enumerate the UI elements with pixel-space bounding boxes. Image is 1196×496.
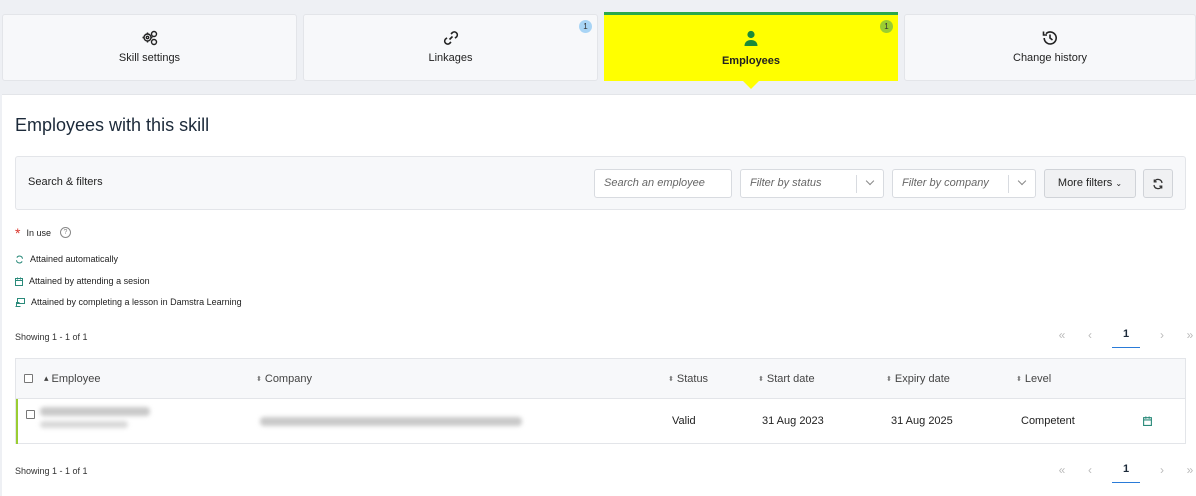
refresh-button[interactable] (1143, 169, 1173, 198)
chevron-down-icon: ⌄ (1115, 179, 1123, 188)
expiry-date-cell: 31 Aug 2025 (891, 415, 953, 427)
first-page-button[interactable]: « (1048, 461, 1076, 483)
company-filter-placeholder: Filter by company (902, 177, 989, 189)
last-page-button[interactable]: » (1176, 461, 1196, 483)
row-checkbox[interactable] (26, 410, 35, 419)
tab-label: Employees (721, 55, 781, 67)
legend-label: Attained by attending a sesion (29, 276, 150, 286)
first-page-button[interactable]: « (1048, 326, 1076, 348)
page-1-button[interactable]: 1 (1112, 461, 1140, 483)
tab-linkages[interactable]: 1 Linkages (303, 14, 598, 81)
chevron-down-icon (1008, 175, 1035, 193)
col-start-date[interactable]: Start date (758, 373, 815, 385)
table-header: Employee Company Status Start date Expir… (16, 359, 1185, 399)
employees-table: Employee Company Status Start date Expir… (15, 358, 1186, 444)
prev-page-button[interactable]: ‹ (1076, 326, 1104, 348)
asterisk-icon: * (15, 224, 21, 241)
legend-in-use: * In use ? (15, 224, 71, 241)
legend-label: Attained by completing a lesson in Damst… (31, 297, 242, 307)
legend-label: Attained automatically (30, 254, 119, 264)
next-page-button[interactable]: › (1148, 326, 1176, 348)
next-page-button[interactable]: › (1148, 461, 1176, 483)
more-filters-label: More filters (1057, 177, 1113, 189)
level-cell: Competent (1021, 415, 1075, 427)
gears-icon (142, 30, 157, 46)
calendar-icon (15, 277, 23, 286)
prev-page-button[interactable]: ‹ (1076, 461, 1104, 483)
tab-label: Linkages (428, 52, 473, 64)
showing-count: Showing 1 - 1 of 1 (15, 466, 88, 476)
start-date-cell: 31 Aug 2023 (762, 415, 824, 427)
lesson-icon (15, 297, 25, 307)
last-page-button[interactable]: » (1176, 326, 1196, 348)
col-level[interactable]: Level (1016, 373, 1051, 385)
redacted-employee-id (40, 421, 128, 428)
col-employee[interactable]: Employee (44, 373, 101, 385)
count-badge: 1 (579, 20, 592, 33)
status-filter-select[interactable]: Filter by status (740, 169, 884, 198)
search-filters-bar: Search & filters Search an employee Filt… (15, 156, 1186, 210)
refresh-icon (15, 255, 24, 263)
history-icon (1042, 31, 1057, 45)
person-icon (744, 30, 758, 46)
filters-label: Search & filters (28, 176, 103, 188)
col-status[interactable]: Status (668, 373, 708, 385)
page-1-button[interactable]: 1 (1112, 326, 1140, 348)
legend-lesson: Attained by completing a lesson in Damst… (15, 297, 242, 307)
table-row[interactable]: Valid 31 Aug 2023 31 Aug 2025 Competent (16, 399, 1185, 444)
company-filter-select[interactable]: Filter by company (892, 169, 1036, 198)
help-icon[interactable]: ? (59, 227, 71, 238)
redacted-employee-name (40, 407, 150, 416)
refresh-icon (1153, 178, 1163, 190)
chevron-down-icon (856, 175, 883, 193)
legend-session: Attained by attending a sesion (15, 276, 150, 286)
select-all-checkbox[interactable] (24, 374, 33, 383)
search-employee-input[interactable]: Search an employee (594, 169, 732, 198)
status-filter-placeholder: Filter by status (750, 177, 822, 189)
count-badge: 1 (880, 20, 893, 33)
more-filters-button[interactable]: More filters ⌄ (1044, 169, 1136, 198)
tab-employees[interactable]: 1 Employees (604, 12, 898, 81)
link-icon (443, 31, 458, 45)
status-cell: Valid (672, 415, 696, 427)
pagination-bottom: « ‹ 1 › » (1048, 461, 1196, 483)
col-expiry-date[interactable]: Expiry date (886, 373, 950, 385)
pagination: « ‹ 1 › » (1048, 326, 1196, 348)
tab-change-history[interactable]: Change history (904, 14, 1196, 81)
legend-label: In use (26, 227, 51, 238)
active-tab-pointer (743, 81, 759, 89)
tab-skill-settings[interactable]: Skill settings (2, 14, 297, 81)
col-company[interactable]: Company (256, 373, 312, 385)
legend-auto: Attained automatically (15, 254, 118, 264)
showing-count: Showing 1 - 1 of 1 (15, 332, 88, 342)
calendar-icon (1143, 416, 1152, 426)
tab-label: Skill settings (118, 52, 181, 64)
tab-label: Change history (1013, 52, 1087, 64)
page-title: Employees with this skill (15, 115, 210, 135)
redacted-company (260, 417, 522, 426)
